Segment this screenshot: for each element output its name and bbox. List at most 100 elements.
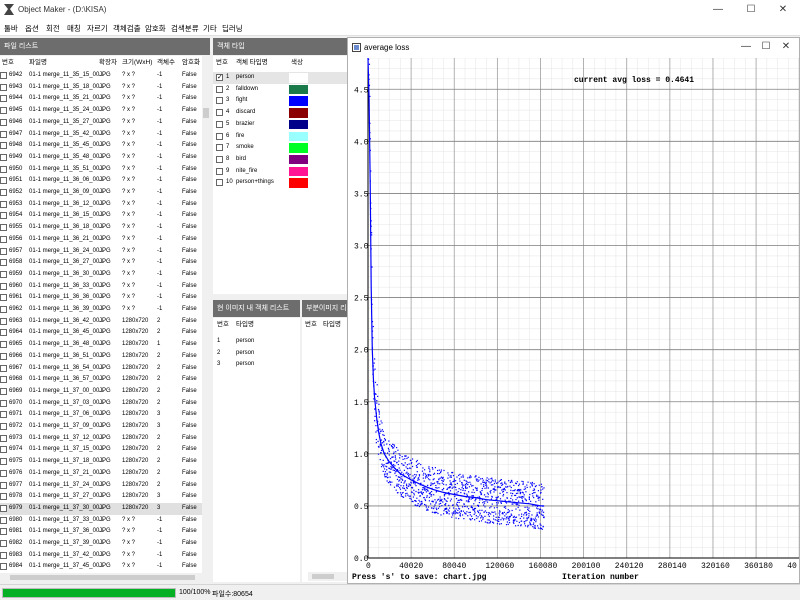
menu-crop[interactable]: 자르기 — [87, 23, 108, 34]
type-checkbox[interactable]: ✓ — [216, 74, 223, 81]
row-checkbox[interactable] — [0, 294, 7, 302]
file-list-row[interactable]: 6981 01-1 merge_11_37_36_00... JPG ? x ? -1 F… — [0, 526, 202, 538]
col-obj-number[interactable]: 번호 — [217, 318, 229, 332]
file-list-row[interactable]: 6946 01-1 merge_11_35_27_00... JPG ? x ? -1 F… — [0, 117, 202, 129]
file-list-row[interactable]: 6978 01-1 merge_11_37_27_00... JPG 1280x720… — [0, 491, 202, 503]
type-checkbox[interactable] — [216, 120, 223, 128]
row-checkbox[interactable] — [0, 540, 7, 547]
file-list-row[interactable]: 6959 01-1 merge_11_36_30_00... JPG ? x ? -1 F… — [0, 269, 202, 281]
file-list-row[interactable]: 6950 01-1 merge_11_35_51_00... JPG ? x ? -1 F… — [0, 164, 202, 176]
menu-object-detect[interactable]: 객체검출 — [113, 23, 141, 34]
file-list-row[interactable]: 6980 01-1 merge_11_37_33_00... JPG ? x ? -1 F… — [0, 515, 202, 527]
row-checkbox[interactable] — [0, 469, 7, 477]
file-list-row[interactable]: 6963 01-1 merge_11_36_42_00... JPG 1280x720… — [0, 316, 202, 328]
row-checkbox[interactable] — [0, 306, 7, 313]
menu-rotate[interactable]: 회전 — [46, 23, 60, 34]
file-list-row[interactable]: 6952 01-1 merge_11_36_09_00... JPG ? x ? -1 F… — [0, 187, 202, 199]
row-checkbox[interactable] — [0, 142, 7, 150]
file-list-row[interactable]: 6975 01-1 merge_11_37_18_00... JPG 1280x720… — [0, 456, 202, 468]
file-list-row[interactable]: 6983 01-1 merge_11_37_42_00... JPG ? x ? -1 F… — [0, 550, 202, 562]
row-checkbox[interactable] — [0, 153, 7, 161]
object-type-row[interactable]: 7 smoke — [213, 142, 348, 154]
col-size[interactable]: 크기(WxH) — [122, 56, 152, 70]
type-color-swatch[interactable] — [289, 143, 308, 153]
row-checkbox[interactable] — [0, 200, 7, 208]
type-checkbox[interactable] — [216, 155, 223, 163]
row-checkbox[interactable] — [0, 376, 7, 384]
file-list-row[interactable]: 6961 01-1 merge_11_36_36_00... JPG ? x ? -1 F… — [0, 292, 202, 304]
menu-etc[interactable]: 기타 — [203, 23, 217, 34]
row-checkbox[interactable] — [0, 493, 7, 501]
file-list-row[interactable]: 6958 01-1 merge_11_36_27_00... JPG ? x ? -1 F… — [0, 257, 202, 269]
type-color-swatch[interactable] — [289, 73, 308, 83]
file-list-row[interactable]: 6951 01-1 merge_11_36_06_00... JPG ? x ? -1 F… — [0, 175, 202, 187]
object-type-list[interactable]: ✓ 1 person 2 falldown 3 fight 4 discard 5 brazier 6… — [213, 72, 348, 192]
file-list-row[interactable]: 6979 01-1 merge_11_37_30_00... JPG 1280x720… — [0, 502, 202, 515]
type-color-swatch[interactable] — [289, 84, 308, 95]
row-checkbox[interactable] — [0, 317, 7, 325]
row-checkbox[interactable] — [0, 235, 7, 243]
row-checkbox[interactable] — [0, 352, 7, 360]
object-type-row[interactable]: 9 nite_fire — [213, 166, 348, 178]
menu-matching[interactable]: 매칭 — [67, 23, 81, 34]
row-checkbox[interactable] — [0, 563, 7, 571]
image-object-row[interactable]: 2 person — [213, 348, 300, 360]
type-color-swatch[interactable] — [289, 119, 308, 130]
col-sub-type[interactable]: 타입명 — [323, 318, 341, 332]
row-checkbox[interactable] — [0, 504, 7, 512]
file-list-row[interactable]: 6971 01-1 merge_11_37_06_00... JPG 1280x720… — [0, 409, 202, 421]
file-list-row[interactable]: 6956 01-1 merge_11_36_21_00... JPG ? x ? -1 F… — [0, 234, 202, 246]
col-type-name[interactable]: 객체 타입명 — [236, 56, 268, 70]
type-color-swatch[interactable] — [289, 166, 308, 177]
col-sub-number[interactable]: 번호 — [305, 318, 317, 332]
row-checkbox[interactable] — [0, 411, 7, 419]
row-checkbox[interactable] — [0, 72, 7, 79]
object-type-row[interactable]: 6 fire — [213, 131, 348, 143]
file-list-row[interactable]: 6974 01-1 merge_11_37_15_00... JPG 1280x720… — [0, 444, 202, 456]
type-color-swatch[interactable] — [289, 108, 308, 118]
menu-search-classify[interactable]: 검색분류 — [171, 23, 199, 34]
file-list-row[interactable]: 6957 01-1 merge_11_36_24_00... JPG ? x ? -1 F… — [0, 246, 202, 258]
row-checkbox[interactable] — [0, 481, 7, 489]
row-checkbox[interactable] — [0, 399, 7, 407]
row-checkbox[interactable] — [0, 282, 7, 290]
type-checkbox[interactable] — [216, 167, 223, 175]
type-checkbox[interactable] — [216, 97, 223, 105]
file-list-hscrollbar[interactable] — [0, 573, 210, 582]
menu-encrypt[interactable]: 암호화 — [145, 23, 166, 34]
chart-close-button[interactable]: ✕ — [771, 38, 800, 56]
file-list-row[interactable]: 6942 01-1 merge_11_35_15_00... JPG ? x ? -1 F… — [0, 70, 202, 82]
sub-images-hscroll-thumb[interactable] — [312, 574, 334, 579]
row-checkbox[interactable] — [0, 107, 7, 115]
file-list-row[interactable]: 6973 01-1 merge_11_37_12_00... JPG 1280x720… — [0, 433, 202, 445]
type-checkbox[interactable] — [216, 85, 223, 93]
type-color-swatch[interactable] — [289, 96, 308, 106]
col-extension[interactable]: 확장자 — [99, 56, 117, 70]
row-checkbox[interactable] — [0, 189, 7, 196]
image-object-row[interactable]: 1 person — [213, 336, 300, 348]
file-list-row[interactable]: 6955 01-1 merge_11_36_18_00... JPG ? x ? -1 F… — [0, 222, 202, 234]
file-list-row[interactable]: 6947 01-1 merge_11_35_42_00... JPG ? x ? -1 F… — [0, 129, 202, 141]
file-list-row[interactable]: 6967 01-1 merge_11_36_54_00... JPG 1280x720… — [0, 363, 202, 375]
file-list-row[interactable]: 6960 01-1 merge_11_36_33_00... JPG ? x ? -1 F… — [0, 281, 202, 293]
file-list-row[interactable]: 6972 01-1 merge_11_37_09_00... JPG 1280x720… — [0, 421, 202, 433]
col-type-number[interactable]: 번호 — [216, 56, 228, 70]
type-checkbox[interactable] — [216, 144, 223, 152]
type-checkbox[interactable] — [216, 132, 223, 140]
row-checkbox[interactable] — [0, 165, 7, 173]
object-type-row[interactable]: 4 discard — [213, 107, 348, 119]
average-loss-window[interactable]: average loss — ☐ ✕ 0.0 0.5 1.0 1.5 2.0 2.5 3.0… — [347, 37, 800, 584]
file-list[interactable]: 6942 01-1 merge_11_35_15_00... JPG ? x ? -1 F… — [0, 70, 202, 573]
row-checkbox[interactable] — [0, 247, 7, 255]
type-checkbox[interactable] — [216, 109, 223, 117]
object-type-row[interactable]: 5 brazier — [213, 119, 348, 131]
row-checkbox[interactable] — [0, 423, 7, 430]
file-list-row[interactable]: 6949 01-1 merge_11_35_48_00... JPG ? x ? -1 F… — [0, 152, 202, 164]
file-list-row[interactable]: 6982 01-1 merge_11_37_39_00... JPG ? x ? -1 F… — [0, 538, 202, 550]
row-checkbox[interactable] — [0, 212, 7, 220]
maximize-button[interactable]: ☐ — [736, 0, 766, 20]
file-list-row[interactable]: 6965 01-1 merge_11_36_48_00... JPG 1280x720… — [0, 339, 202, 351]
file-list-row[interactable]: 6953 01-1 merge_11_36_12_00... JPG ? x ? -1 F… — [0, 199, 202, 211]
col-object-count[interactable]: 객체수 — [157, 56, 175, 70]
row-checkbox[interactable] — [0, 259, 7, 267]
